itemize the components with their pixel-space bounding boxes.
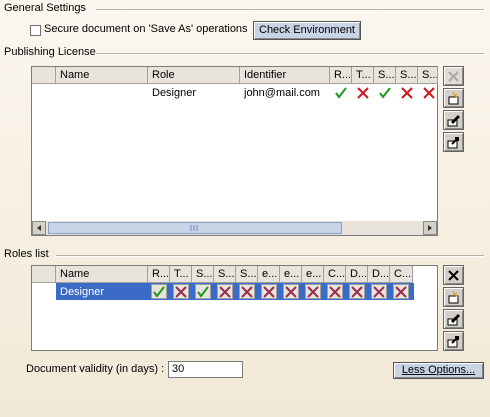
edit-icon [447,115,460,127]
divider [96,9,484,11]
column-header-right[interactable]: S... [192,266,214,283]
divider [96,53,484,55]
column-header-right[interactable]: S... [396,67,418,84]
cross-icon[interactable] [173,284,189,299]
column-header-right[interactable]: e... [280,266,302,283]
cross-icon[interactable] [371,284,387,299]
row-selector-header [32,266,56,283]
column-header-identifier[interactable]: Identifier [240,67,330,84]
cross-icon[interactable] [422,86,436,100]
column-header-name[interactable]: Name [56,67,148,84]
column-header-right[interactable]: T... [352,67,374,84]
license-identifier-cell[interactable]: john@mail.com [244,85,320,101]
export-icon [447,137,459,149]
column-header-name[interactable]: Name [56,266,148,283]
column-header-right[interactable]: S... [236,266,258,283]
column-header-right[interactable]: R... [330,67,352,84]
column-header-right[interactable]: D... [346,266,368,283]
cross-icon[interactable] [261,284,277,299]
check-icon[interactable] [151,284,167,299]
new-item-icon [448,91,459,105]
column-header-right[interactable]: R... [148,266,170,283]
role-name-cell[interactable]: Designer [60,284,104,300]
publishing-license-table[interactable]: Name Role Identifier R... T... S... S...… [31,66,438,236]
remove-role-button[interactable] [443,265,464,285]
cross-icon[interactable] [305,284,321,299]
check-environment-button[interactable]: Check Environment [253,21,361,40]
edit-role-button[interactable] [443,309,464,329]
license-role-cell[interactable]: Designer [152,85,196,101]
delete-icon [448,270,459,281]
column-header-right[interactable]: e... [302,266,324,283]
less-options-button[interactable]: Less Options... [393,362,484,379]
new-item-icon [448,290,459,304]
general-settings-title: General Settings [4,2,86,14]
column-header-right[interactable]: C... [390,266,413,283]
check-icon[interactable] [195,284,211,299]
cross-icon[interactable] [327,284,343,299]
column-header-right[interactable]: T... [170,266,192,283]
cross-icon[interactable] [356,86,370,100]
roles-list-table[interactable]: Name R... T... S... S... S... e... e... e... C..… [31,265,438,351]
column-header-right[interactable]: e... [258,266,280,283]
cross-icon[interactable] [349,284,365,299]
secure-document-label: Secure document on 'Save As' operations [44,23,248,35]
document-validity-field[interactable]: 30 [168,361,243,378]
add-license-button[interactable] [443,88,464,108]
secure-document-checkbox[interactable] [30,25,41,36]
cross-icon[interactable] [393,284,409,299]
check-icon[interactable] [378,86,392,100]
column-header-right[interactable]: S... [214,266,236,283]
add-role-button[interactable] [443,287,464,307]
column-header-right[interactable]: S... [418,67,438,84]
cross-icon[interactable] [283,284,299,299]
column-header-right[interactable]: S... [374,67,396,84]
scroll-left-arrow-icon[interactable] [32,221,46,235]
scroll-right-arrow-icon[interactable] [423,221,437,235]
column-header-right[interactable]: C... [324,266,346,283]
check-icon[interactable] [334,86,348,100]
divider [56,255,484,257]
scrollbar-thumb[interactable] [48,222,342,234]
export-icon [447,336,459,348]
column-header-right[interactable]: D... [368,266,390,283]
export-role-button[interactable] [443,331,464,351]
publishing-license-title: Publishing License [4,46,96,58]
delete-icon [448,71,459,82]
remove-license-button[interactable] [443,66,464,86]
row-selector-header [32,67,56,84]
document-validity-label: Document validity (in days) : [26,363,165,375]
column-header-role[interactable]: Role [148,67,240,84]
edit-icon [447,314,460,326]
cross-icon[interactable] [239,284,255,299]
export-license-button[interactable] [443,132,464,152]
edit-license-button[interactable] [443,110,464,130]
cross-icon[interactable] [217,284,233,299]
horizontal-scrollbar[interactable] [32,221,437,235]
cross-icon[interactable] [400,86,414,100]
roles-list-title: Roles list [4,248,49,260]
